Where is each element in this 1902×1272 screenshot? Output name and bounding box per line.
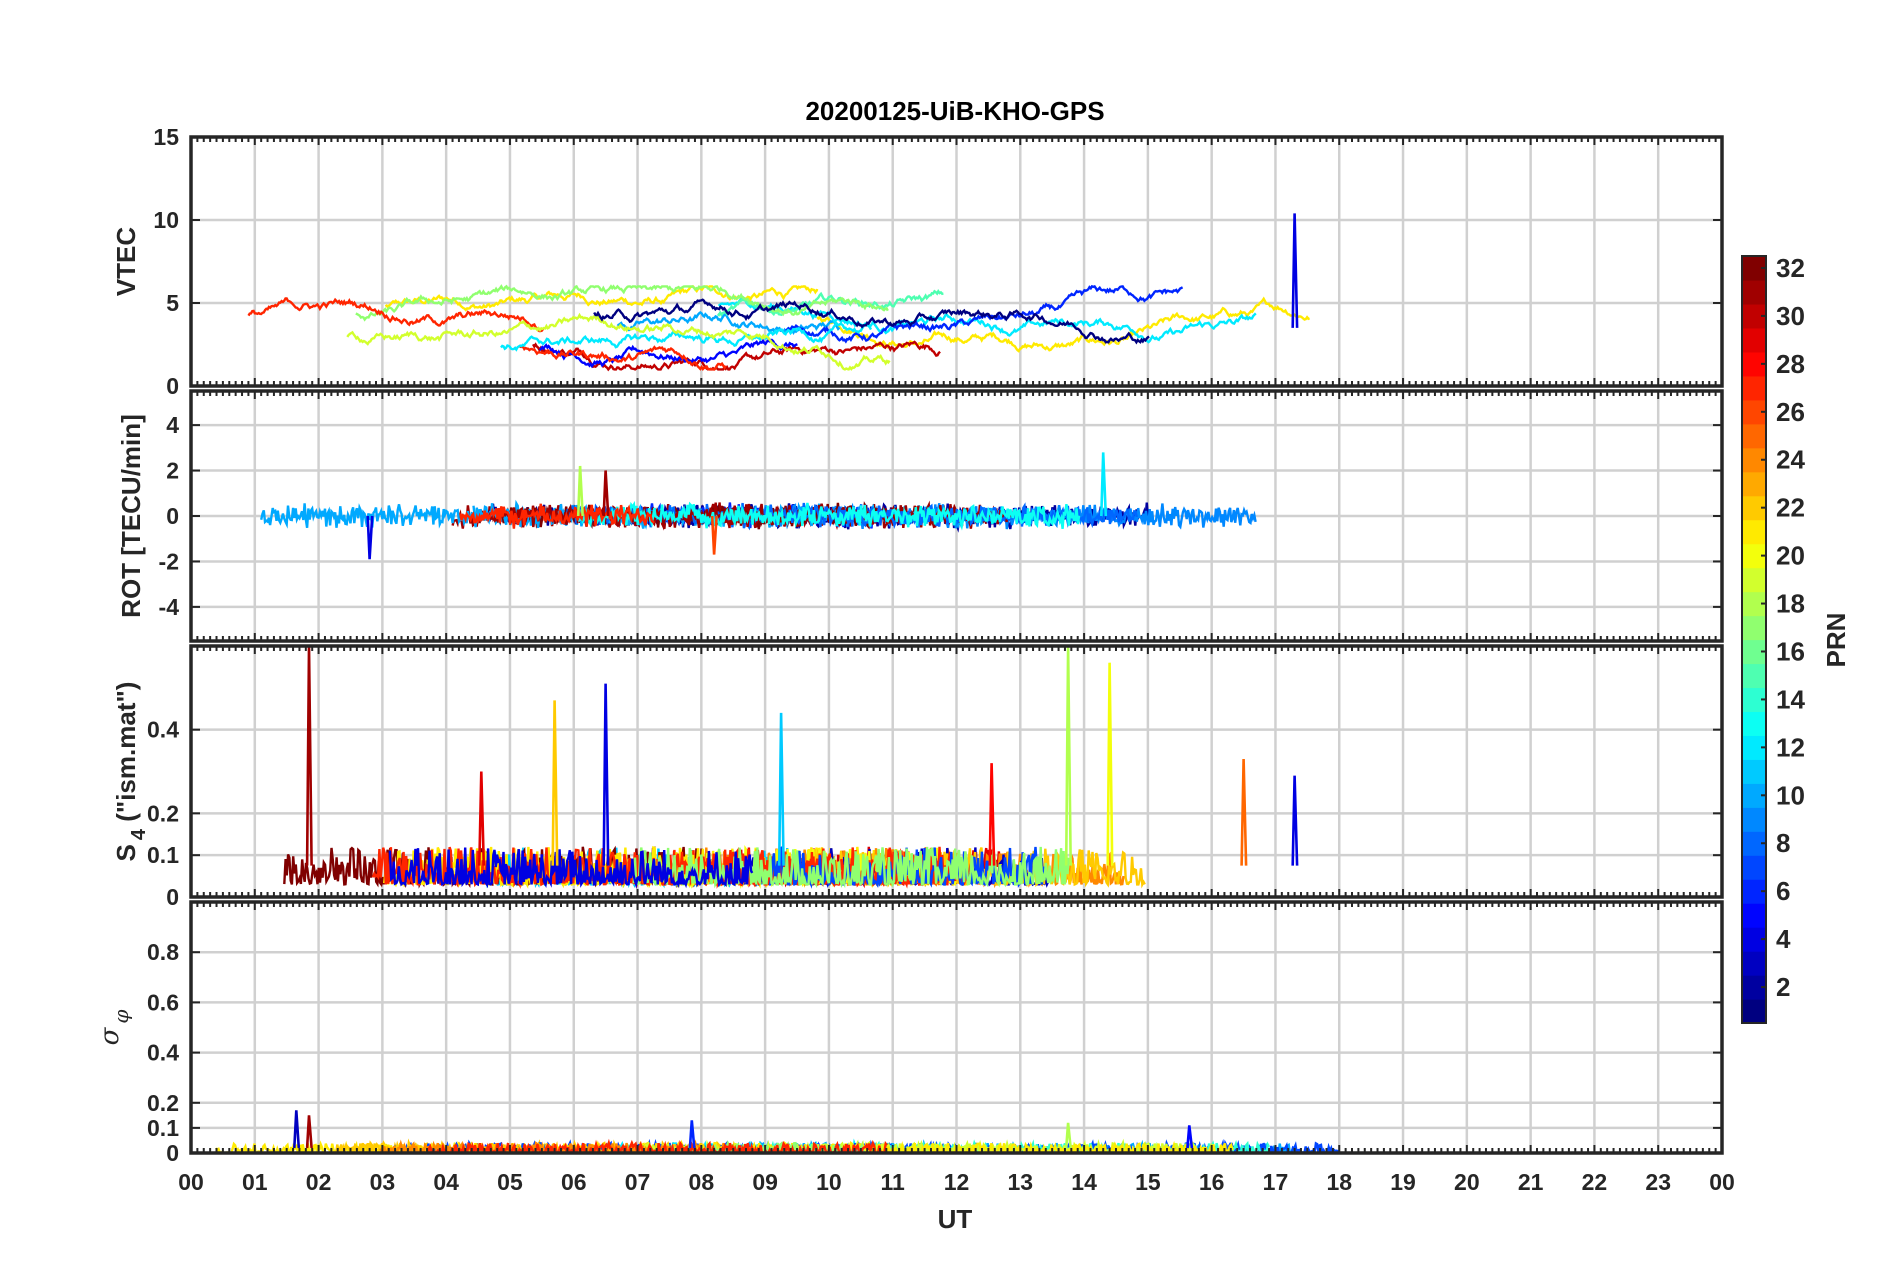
colorbar-tick-label: 6 bbox=[1776, 876, 1790, 906]
y-axis-label: VTEC bbox=[111, 227, 141, 297]
y-tick-label: 0 bbox=[166, 373, 179, 399]
x-tick-label: 08 bbox=[689, 1169, 715, 1195]
y-tick-label: 0 bbox=[166, 503, 179, 529]
panels: 051015VTEC-4-2024ROT [TECU/min]00.10.20.… bbox=[95, 124, 1735, 1195]
x-tick-label: 14 bbox=[1071, 1169, 1097, 1195]
x-tick-label: 20 bbox=[1454, 1169, 1480, 1195]
y-label-rest: ("ism.mat") bbox=[111, 682, 141, 829]
colorbar-tick-label: 4 bbox=[1776, 924, 1791, 954]
colorbar-segment bbox=[1742, 759, 1766, 784]
colorbar-segment bbox=[1742, 999, 1766, 1024]
colorbar-segment bbox=[1742, 663, 1766, 689]
x-tick-label: 10 bbox=[816, 1169, 842, 1195]
colorbar-tick-label: 26 bbox=[1776, 397, 1805, 427]
figure: 20200125-UiB-KHO-GPS 051015VTEC-4-2024RO… bbox=[0, 0, 1902, 1272]
x-tick-label: 19 bbox=[1390, 1169, 1416, 1195]
y-tick-label: 0.1 bbox=[147, 842, 179, 868]
colorbar-tick-label: 18 bbox=[1776, 589, 1805, 619]
y-label-sub: φ bbox=[109, 1010, 133, 1024]
colorbar-tick-label: 24 bbox=[1776, 445, 1805, 475]
panel-vtec: 0 5 10 15 VTEC bbox=[111, 124, 1724, 399]
colorbar-segment bbox=[1742, 519, 1766, 545]
colorbar-tick-label: 2 bbox=[1776, 972, 1790, 1002]
colorbar-segment bbox=[1742, 567, 1766, 593]
x-tick-label: 02 bbox=[306, 1169, 332, 1195]
x-tick-label: 09 bbox=[752, 1169, 778, 1195]
x-tick-label: 00 bbox=[178, 1169, 204, 1195]
y-axis-label: ROT [TECU/min] bbox=[116, 414, 146, 618]
x-tick-label: 17 bbox=[1263, 1169, 1289, 1195]
colorbar-tick-label: 8 bbox=[1776, 828, 1790, 858]
x-tick-label: 06 bbox=[561, 1169, 587, 1195]
x-tick-label: 00 bbox=[1709, 1169, 1735, 1195]
colorbar-tick-label: 28 bbox=[1776, 349, 1805, 379]
y-tick-label: 10 bbox=[153, 207, 179, 233]
colorbar-segment bbox=[1742, 951, 1766, 976]
y-tick-label: -2 bbox=[159, 548, 179, 574]
colorbar-tick-label: 14 bbox=[1776, 684, 1805, 714]
x-tick-label: 15 bbox=[1135, 1169, 1161, 1195]
y-tick-label: 0 bbox=[166, 1140, 179, 1166]
x-tick-label: 12 bbox=[944, 1169, 970, 1195]
y-tick-label: 4 bbox=[166, 412, 179, 438]
x-tick-label: 13 bbox=[1007, 1169, 1033, 1195]
colorbar-segment bbox=[1742, 471, 1766, 497]
x-tick-label: 03 bbox=[370, 1169, 396, 1195]
y-tick-label: -4 bbox=[159, 594, 180, 620]
y-tick-label: 15 bbox=[153, 124, 179, 150]
panel-s4: 00.10.20.4S4 ("ism.mat") bbox=[111, 644, 1724, 910]
y-tick-label: 0.6 bbox=[147, 989, 179, 1015]
colorbar-segment bbox=[1742, 855, 1766, 880]
x-tick-label: 23 bbox=[1645, 1169, 1671, 1195]
x-axis-label: UT bbox=[938, 1204, 973, 1234]
colorbar-tick-label: 30 bbox=[1776, 301, 1805, 331]
colorbar-tick-label: 20 bbox=[1776, 541, 1805, 571]
y-tick-label: 0.2 bbox=[147, 1090, 179, 1116]
x-tick-label: 21 bbox=[1518, 1169, 1544, 1195]
panel-sigma_phi: 00.10.2 0.4 0.6 0.8 σφ 00 01 02 03 04 05 06 07 08 09 10… bbox=[95, 900, 1735, 1195]
colorbar-tick-label: 32 bbox=[1776, 253, 1805, 283]
y-tick-label: 0.4 bbox=[147, 717, 179, 743]
y-label-main: S bbox=[111, 844, 141, 861]
colorbar-segment bbox=[1742, 375, 1766, 401]
y-tick-label: 0.8 bbox=[147, 939, 179, 965]
chart-title: 20200125-UiB-KHO-GPS bbox=[805, 96, 1104, 126]
colorbar-segment bbox=[1742, 615, 1766, 641]
panel-rot: -4 -2 0 2 4 ROT [TECU/min] bbox=[116, 389, 1724, 643]
y-label-main: σ bbox=[95, 1026, 125, 1045]
colorbar-segment bbox=[1742, 279, 1766, 305]
colorbar-segment bbox=[1742, 423, 1766, 449]
colorbar-label: PRN bbox=[1821, 613, 1851, 668]
x-tick-label: 05 bbox=[497, 1169, 523, 1195]
colorbar-tick-label: 16 bbox=[1776, 636, 1805, 666]
y-tick-label: 5 bbox=[166, 290, 179, 316]
x-tick-label: 07 bbox=[625, 1169, 651, 1195]
y-tick-label: 2 bbox=[166, 458, 179, 484]
colorbar-tick-label: 10 bbox=[1776, 780, 1805, 810]
x-tick-label: 16 bbox=[1199, 1169, 1225, 1195]
x-tick-label: 22 bbox=[1582, 1169, 1608, 1195]
x-tick-label: 04 bbox=[433, 1169, 459, 1195]
x-tick-label: 01 bbox=[242, 1169, 268, 1195]
colorbar-tick-label: 12 bbox=[1776, 732, 1805, 762]
colorbar-segment bbox=[1742, 807, 1766, 832]
colorbar-segment bbox=[1742, 327, 1766, 353]
x-tick-label: 18 bbox=[1326, 1169, 1352, 1195]
y-tick-label: 0.1 bbox=[147, 1115, 179, 1141]
y-tick-label: 0 bbox=[166, 884, 179, 910]
y-tick-label: 0.4 bbox=[147, 1040, 179, 1066]
y-tick-label: 0.2 bbox=[147, 800, 179, 826]
x-tick-label: 11 bbox=[881, 1169, 906, 1195]
colorbar-segment bbox=[1742, 903, 1766, 928]
colorbar-tick-label: 22 bbox=[1776, 493, 1805, 523]
colorbar-segment bbox=[1742, 711, 1766, 736]
